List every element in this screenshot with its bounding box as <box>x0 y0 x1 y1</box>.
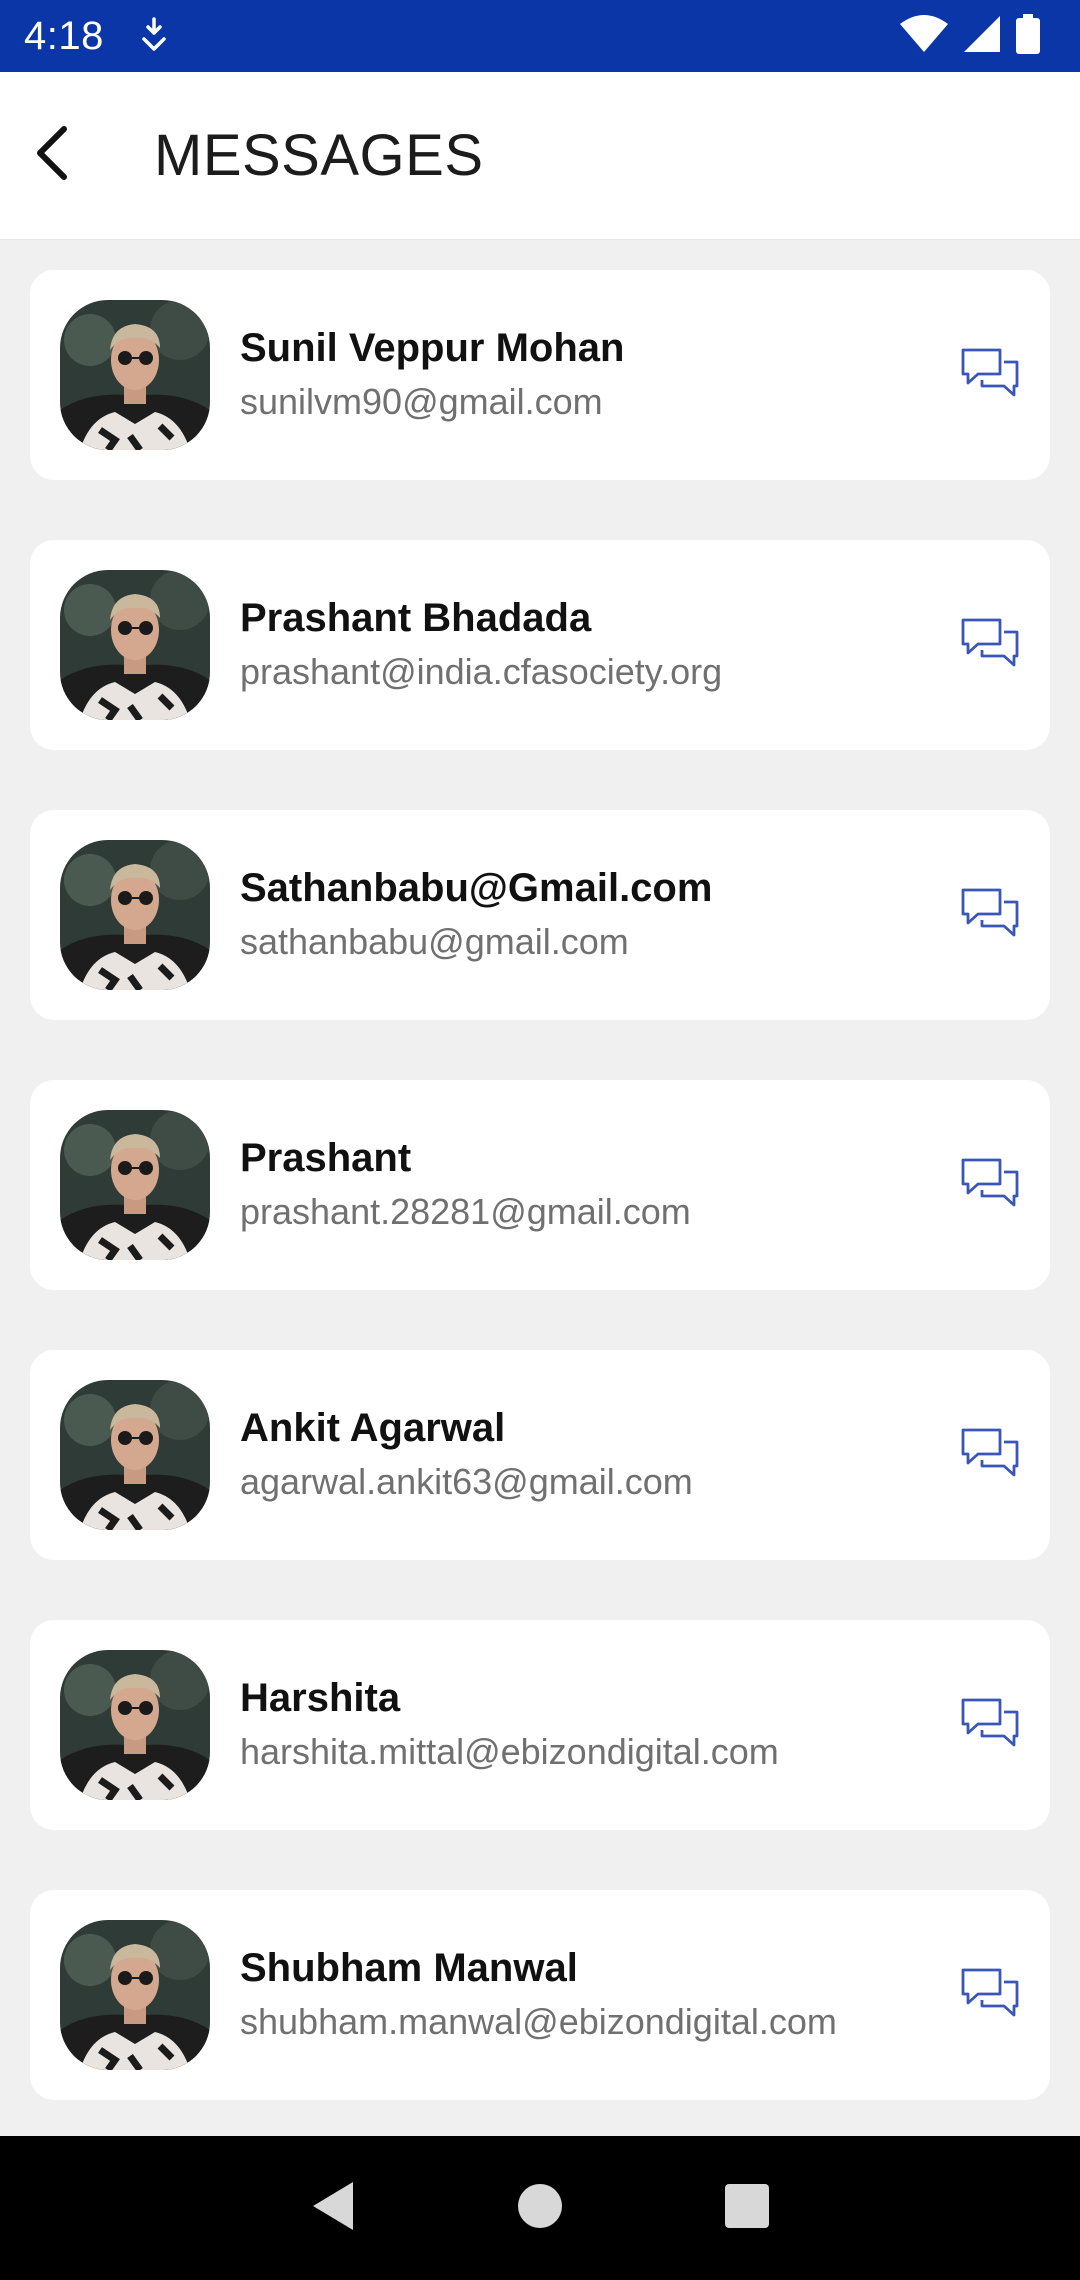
avatar <box>60 1650 210 1800</box>
status-time: 4:18 <box>24 13 104 58</box>
contact-name: Shubham Manwal <box>240 1946 578 1990</box>
contact-name: Sunil Veppur Mohan <box>240 326 625 370</box>
contact-card[interactable]: Harshita harshita.mittal@ebizondigital.c… <box>30 1620 1050 1830</box>
chat-button[interactable] <box>960 1696 1020 1752</box>
nav-home-icon <box>517 2183 563 2234</box>
contact-email: agarwal.ankit63@gmail.com <box>240 1461 693 1502</box>
back-arrow-icon <box>32 125 72 186</box>
nav-back-button[interactable] <box>303 2178 363 2238</box>
contact-name: Sathanbabu@Gmail.com <box>240 866 713 910</box>
back-button[interactable] <box>0 72 104 240</box>
avatar <box>60 1380 210 1530</box>
chat-icon <box>960 1698 1020 1756</box>
avatar <box>60 840 210 990</box>
nav-recents-button[interactable] <box>717 2178 777 2238</box>
chat-button[interactable] <box>960 616 1020 672</box>
contact-name: Prashant <box>240 1136 412 1180</box>
chat-icon <box>960 888 1020 946</box>
contact-name: Ankit Agarwal <box>240 1406 506 1450</box>
battery-icon <box>1016 13 1040 59</box>
contact-card[interactable]: Shubham Manwal shubham.manwal@ebizondigi… <box>30 1890 1050 2100</box>
chat-button[interactable] <box>960 1156 1020 1212</box>
chat-icon <box>960 1968 1020 2026</box>
contact-card[interactable]: Prashant prashant.28281@gmail.com <box>30 1080 1050 1290</box>
chat-icon <box>960 618 1020 676</box>
app-bar: MESSAGES <box>0 72 1080 240</box>
nav-recents-icon <box>724 2183 770 2234</box>
contact-email: sunilvm90@gmail.com <box>240 381 603 422</box>
chat-button[interactable] <box>960 346 1020 402</box>
page-title: MESSAGES <box>154 123 484 188</box>
chat-button[interactable] <box>960 886 1020 942</box>
signal-icon <box>962 14 1002 59</box>
avatar <box>60 1920 210 2070</box>
contact-card[interactable]: Ankit Agarwal agarwal.ankit63@gmail.com <box>30 1350 1050 1560</box>
chat-button[interactable] <box>960 1966 1020 2022</box>
nav-home-button[interactable] <box>510 2178 570 2238</box>
contact-email: shubham.manwal@ebizondigital.com <box>240 2001 837 2042</box>
chat-icon <box>960 1158 1020 1216</box>
avatar <box>60 1110 210 1260</box>
chat-icon <box>960 1428 1020 1486</box>
contact-card[interactable]: Sunil Veppur Mohan sunilvm90@gmail.com <box>30 270 1050 480</box>
contact-list: Sunil Veppur Mohan sunilvm90@gmail.com P… <box>30 270 1050 2160</box>
contact-email: prashant@india.cfasociety.org <box>240 651 723 692</box>
contact-email: prashant.28281@gmail.com <box>240 1191 691 1232</box>
avatar <box>60 300 210 450</box>
contact-name: Prashant Bhadada <box>240 596 592 640</box>
contact-email: harshita.mittal@ebizondigital.com <box>240 1731 779 1772</box>
chat-button[interactable] <box>960 1426 1020 1482</box>
contact-card[interactable]: Prashant Bhadada prashant@india.cfasocie… <box>30 540 1050 750</box>
contact-card[interactable]: Sathanbabu@Gmail.com sathanbabu@gmail.co… <box>30 810 1050 1020</box>
navigation-bar <box>0 2136 1080 2280</box>
download-indicator-icon <box>140 16 168 56</box>
chat-icon <box>960 348 1020 406</box>
contact-email: sathanbabu@gmail.com <box>240 921 629 962</box>
wifi-icon <box>900 14 948 59</box>
status-bar: 4:18 <box>0 0 1080 72</box>
contact-name: Harshita <box>240 1676 401 1720</box>
nav-back-icon <box>309 2180 357 2237</box>
avatar <box>60 570 210 720</box>
